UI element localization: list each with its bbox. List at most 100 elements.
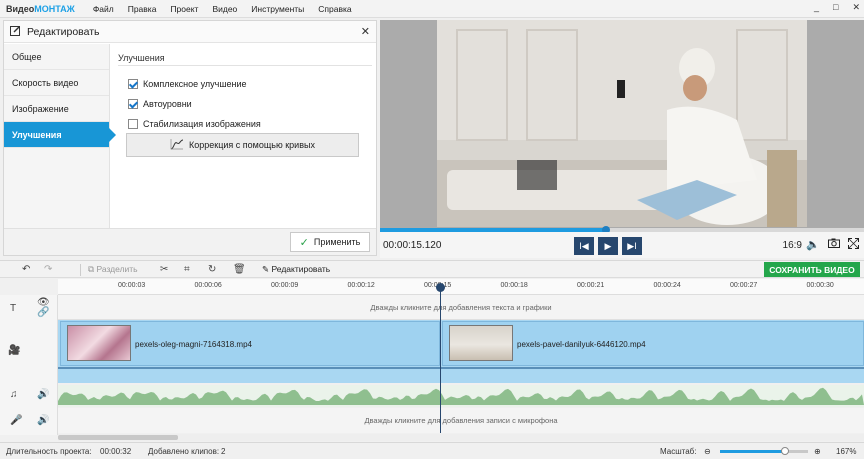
audio-waveform bbox=[58, 387, 864, 405]
snapshot-icon[interactable] bbox=[828, 238, 840, 251]
checkbox-checked[interactable] bbox=[128, 79, 138, 89]
clips-label: Добавлено клипов: bbox=[148, 447, 220, 456]
menu-project[interactable]: Проект bbox=[170, 4, 198, 14]
clip-name: pexels-pavel-danilyuk-6446120.mp4 bbox=[517, 340, 646, 349]
menu-help[interactable]: Справка bbox=[318, 4, 351, 14]
zoom-in-icon[interactable]: ⊕ bbox=[814, 447, 821, 456]
edit-panel-header: Редактировать bbox=[4, 21, 376, 43]
tab-image[interactable]: Изображение bbox=[4, 96, 109, 122]
text-track-icon: T bbox=[10, 303, 17, 314]
save-video-button[interactable]: СОХРАНИТЬ ВИДЕО bbox=[764, 262, 860, 277]
prev-frame-button[interactable]: I◀ bbox=[574, 237, 594, 255]
timeline-scrollbar[interactable] bbox=[58, 434, 864, 441]
split-button[interactable]: ⧉ Разделить bbox=[88, 264, 138, 275]
curves-button[interactable]: Коррекция с помощью кривых bbox=[126, 133, 359, 157]
option-stabilization[interactable]: Стабилизация изображения bbox=[118, 114, 372, 134]
status-bar: Длительность проекта: 00:00:32 Добавлено… bbox=[0, 442, 864, 459]
apply-button[interactable]: ✓ Применить bbox=[290, 232, 370, 252]
play-button[interactable]: ▶ bbox=[598, 237, 618, 255]
scrollbar-thumb[interactable] bbox=[58, 435, 178, 440]
divider bbox=[80, 264, 81, 276]
audio-volume-icon[interactable]: 🔊 bbox=[37, 389, 49, 400]
menu-tools[interactable]: Инструменты bbox=[251, 4, 304, 14]
waveform-shape bbox=[58, 387, 864, 405]
ruler-tick: 00:00:30 bbox=[806, 282, 834, 289]
microphone-track[interactable]: Дважды кликните для добавления записи с … bbox=[58, 408, 864, 433]
mic-volume-icon[interactable]: 🔊 bbox=[37, 415, 49, 426]
zoom-value: 167% bbox=[836, 447, 857, 456]
rotate-icon[interactable]: ↻ bbox=[208, 264, 216, 275]
zoom-label: Масштаб: bbox=[660, 447, 697, 456]
menu-file[interactable]: Файл bbox=[93, 4, 114, 14]
skip-back-icon: I◀ bbox=[579, 240, 589, 251]
maximize-button[interactable]: □ bbox=[833, 2, 838, 13]
crop-icon[interactable]: ⌗ bbox=[184, 264, 190, 275]
undo-icon[interactable]: ↶ bbox=[22, 264, 30, 275]
duration-value: 00:00:32 bbox=[100, 447, 132, 456]
redo-icon[interactable]: ↷ bbox=[44, 264, 52, 275]
aspect-ratio[interactable]: 16:9 bbox=[783, 240, 802, 251]
video-preview bbox=[380, 20, 864, 228]
zoom-slider[interactable] bbox=[720, 447, 808, 455]
ruler-tick: 00:00:24 bbox=[653, 282, 681, 289]
app-logo: ВидеоМОНТАЖ bbox=[6, 3, 75, 14]
edit-button[interactable]: ✎ Редактировать bbox=[262, 264, 330, 275]
timeline-ruler[interactable]: 00:00:0300:00:0600:00:0900:00:1200:00:15… bbox=[58, 279, 864, 295]
checkbox-unchecked[interactable] bbox=[128, 119, 138, 129]
play-icon: ▶ bbox=[604, 240, 612, 251]
skip-forward-icon: ▶I bbox=[627, 240, 637, 251]
section-title: Улучшения bbox=[118, 53, 372, 66]
close-icon[interactable]: ✕ bbox=[361, 25, 370, 38]
option-auto-levels[interactable]: Автоуровни bbox=[118, 94, 372, 114]
curve-icon bbox=[170, 138, 184, 152]
menu-video[interactable]: Видео bbox=[212, 4, 237, 14]
playhead-handle[interactable] bbox=[436, 283, 445, 292]
tab-general[interactable]: Общее bbox=[4, 44, 109, 70]
edit-icon bbox=[10, 25, 21, 38]
checkbox-checked[interactable] bbox=[128, 99, 138, 109]
ruler-tick: 00:00:09 bbox=[271, 282, 299, 289]
close-window-button[interactable]: ✕ bbox=[852, 2, 860, 13]
video-track-icon: 🎥 bbox=[8, 345, 21, 356]
edit-panel: Редактировать ✕ Общее Скорость видео Изо… bbox=[3, 20, 377, 256]
music-track-icon: ♫ bbox=[10, 389, 18, 400]
ruler-tick: 00:00:21 bbox=[577, 282, 605, 289]
link-icon[interactable]: 🔗 bbox=[37, 307, 49, 318]
enhancements-section: Улучшения Комплексное улучшение Автоуров… bbox=[118, 53, 372, 134]
microphone-icon: 🎤 bbox=[10, 415, 23, 426]
minimize-button[interactable]: _ bbox=[814, 2, 819, 13]
tab-speed[interactable]: Скорость видео bbox=[4, 70, 109, 96]
option-complex-enhancement[interactable]: Комплексное улучшение bbox=[118, 74, 372, 94]
ruler-tick: 00:00:03 bbox=[118, 282, 146, 289]
ruler-tick: 00:00:06 bbox=[194, 282, 222, 289]
checkmark-icon: ✓ bbox=[299, 236, 309, 249]
menu-edit[interactable]: Правка bbox=[128, 4, 157, 14]
edit-panel-title: Редактировать bbox=[27, 25, 100, 38]
cut-icon[interactable]: ✂ bbox=[160, 264, 168, 275]
zoom-out-icon[interactable]: ⊖ bbox=[704, 447, 711, 456]
clip-audio-line bbox=[58, 367, 864, 369]
video-clip[interactable]: pexels-oleg-magni-7164318.mp4 bbox=[60, 321, 440, 366]
video-clip[interactable]: pexels-pavel-danilyuk-6446120.mp4 bbox=[442, 321, 864, 366]
duration-label: Длительность проекта: bbox=[6, 447, 92, 456]
audio-track[interactable] bbox=[58, 385, 864, 407]
zoom-fill bbox=[720, 450, 784, 453]
edit-tabs: Общее Скорость видео Изображение Улучшен… bbox=[4, 44, 116, 254]
clip-thumbnail bbox=[449, 325, 513, 361]
tab-enhancements[interactable]: Улучшения bbox=[4, 122, 116, 148]
preview-frame-image bbox=[437, 20, 807, 227]
delete-icon[interactable]: 🗑 bbox=[233, 264, 246, 275]
video-track[interactable]: pexels-oleg-magni-7164318.mp4 pexels-pav… bbox=[58, 320, 864, 383]
text-track[interactable]: Дважды кликните для добавления текста и … bbox=[58, 295, 864, 320]
fullscreen-icon[interactable] bbox=[848, 238, 859, 252]
next-frame-button[interactable]: ▶I bbox=[622, 237, 642, 255]
edit-panel-footer: ✓ Применить bbox=[4, 228, 376, 255]
playhead[interactable] bbox=[440, 283, 441, 433]
ruler-tick: 00:00:12 bbox=[347, 282, 375, 289]
ruler-tick: 00:00:27 bbox=[730, 282, 758, 289]
volume-icon[interactable]: 🔈 bbox=[806, 238, 820, 251]
timeline-toolbar: ↶ ↷ ⧉ Разделить ✂ ⌗ ↻ 🗑 ✎ Редактировать … bbox=[0, 260, 864, 278]
timecode: 00:00:15.120 bbox=[383, 240, 442, 251]
zoom-handle[interactable] bbox=[781, 447, 789, 455]
menu-bar: ВидеоМОНТАЖ Файл Правка Проект Видео Инс… bbox=[0, 0, 864, 18]
